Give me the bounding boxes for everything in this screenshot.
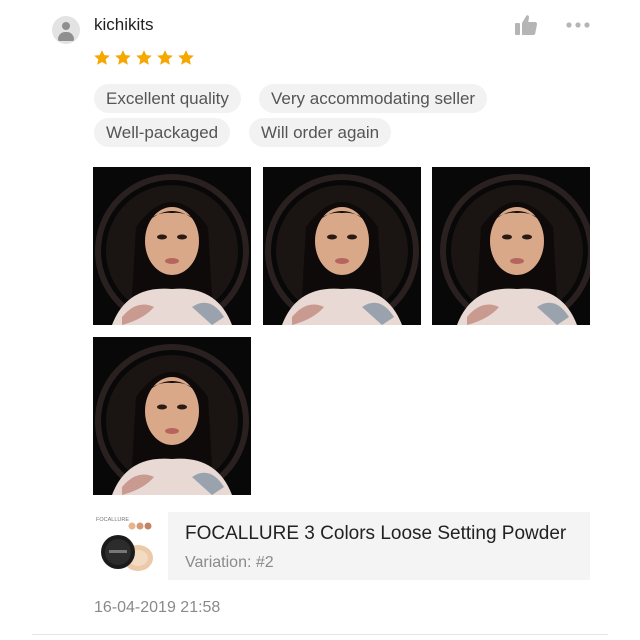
product-name[interactable]: FOCALLURE 3 Colors Loose Setting Powder (185, 523, 590, 545)
product-info: FOCALLURE 3 Colors Loose Setting Powder … (168, 512, 590, 580)
ring-light-selfie-photo (432, 167, 590, 325)
review-timestamp: 16-04-2019 21:58 (94, 599, 221, 616)
tag-will-order-again[interactable]: Will order again (249, 118, 392, 147)
thumb-brand-text: FOCALLURE (96, 517, 129, 523)
product-thumbnail[interactable]: FOCALLURE (94, 512, 162, 580)
tag-very-accommodating-seller[interactable]: Very accommodating seller (259, 84, 488, 113)
tag-well-packaged[interactable]: Well-packaged (94, 118, 231, 147)
thumbs-up-icon[interactable] (514, 14, 538, 36)
ring-light-selfie-photo (263, 167, 421, 325)
star-rating (93, 49, 195, 67)
tag-excellent-quality[interactable]: Excellent quality (94, 84, 241, 113)
reviewer-username[interactable]: kichikits (94, 15, 154, 35)
star-icon (178, 50, 194, 65)
star-icon (94, 50, 110, 65)
powder-jar-image: FOCALLURE (96, 517, 153, 571)
review-photo-2[interactable] (263, 167, 421, 325)
avatar-body (58, 32, 74, 41)
ring-light-selfie-photo (93, 337, 251, 495)
star-icon (157, 50, 173, 65)
avatar-head (62, 22, 70, 30)
review-photo-3[interactable] (432, 167, 590, 325)
star-icon (136, 50, 152, 65)
user-avatar-icon[interactable] (52, 16, 80, 44)
product-variation: Variation: #2 (185, 554, 274, 571)
divider (32, 634, 608, 635)
review-photo-4[interactable] (93, 337, 251, 495)
ring-light-selfie-photo (93, 167, 251, 325)
more-options-icon[interactable] (565, 19, 591, 31)
product-card[interactable]: FOCALLURE FOCALLURE 3 Colors Loose Setti… (94, 512, 590, 580)
review-photo-1[interactable] (93, 167, 251, 325)
star-icon (115, 50, 131, 65)
